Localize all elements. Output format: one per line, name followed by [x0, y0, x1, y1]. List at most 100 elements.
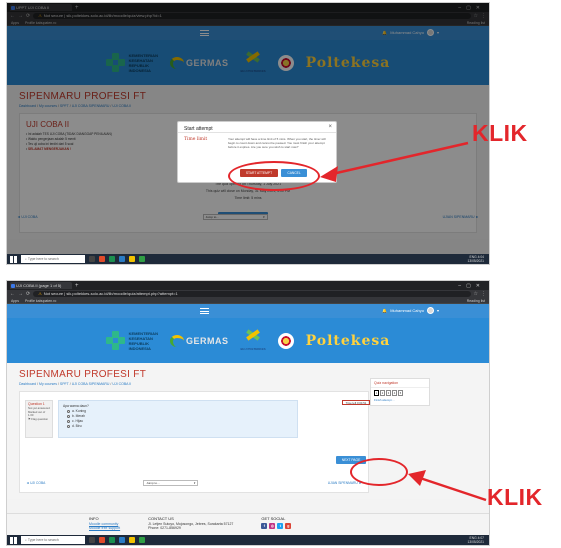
url-text: sik.poltekkes-solo.ac.id/lib/moodle/quiz…: [66, 291, 178, 296]
edge-icon[interactable]: [119, 537, 125, 543]
screenshot-start-attempt: UPPT UJI COBA II + –▢✕ ← → ⟳ ⚠ Not secure…: [6, 2, 490, 265]
highlight-circle-start-attempt: [228, 161, 320, 191]
poltekkes-label: BLU POLTEKKES: [240, 346, 266, 351]
bookmark-profile[interactable]: Profile kabupaten.ro: [25, 298, 56, 303]
clock-date: 13/05/2021: [467, 259, 484, 263]
klik-annotation: KLIK: [487, 484, 543, 510]
browser-tab[interactable]: UJI COBA II (page 1 of 5): [10, 282, 72, 289]
breadcrumb-my-courses[interactable]: My courses: [39, 382, 57, 386]
question-nav-2[interactable]: 2: [380, 390, 385, 396]
reload-icon[interactable]: ⟳: [26, 291, 30, 297]
poltekkes-mark-icon: [244, 331, 262, 347]
new-tab-icon[interactable]: +: [75, 283, 79, 289]
highlight-circle-next-page: [350, 458, 408, 486]
jump-to-select[interactable]: Jump to...: [143, 480, 199, 486]
radio-button[interactable]: [67, 420, 70, 423]
question-nav-5[interactable]: 5: [398, 390, 403, 396]
app-icon[interactable]: [99, 537, 105, 543]
org-line: KEMENTERIAN: [128, 330, 158, 336]
system-tray[interactable]: ENG 4:07 13/05/2021: [467, 536, 489, 544]
folder-icon[interactable]: [129, 537, 135, 543]
flag-question-link[interactable]: ⚑ Flag question: [28, 417, 50, 422]
seal-icon: [277, 332, 294, 349]
excel-icon[interactable]: [139, 537, 145, 543]
question-body: Apa warna daun? a. Kuning b. Merah c. Hi…: [58, 400, 298, 438]
radio-button[interactable]: [67, 425, 70, 428]
radio-button[interactable]: [67, 410, 70, 413]
tab-title: UJI COBA II (page 1 of 5): [16, 283, 62, 288]
chrome-icon[interactable]: [109, 537, 115, 543]
question-info: Question 1 Not yet answered Marked out o…: [25, 400, 53, 438]
excel-icon[interactable]: [139, 256, 145, 262]
bell-icon[interactable]: 🔔: [382, 308, 387, 313]
window-controls[interactable]: –▢✕: [458, 283, 489, 289]
menu-icon[interactable]: ⋮: [481, 291, 486, 297]
windows-start-icon[interactable]: [10, 255, 17, 263]
back-icon[interactable]: ←: [10, 291, 15, 297]
moodle-navbar: 🔔 Muhammad Cahyo ▾: [7, 304, 489, 318]
dialog-message: Your attempt will have a time limit of 5…: [228, 137, 326, 149]
task-view-icon[interactable]: [89, 537, 95, 543]
taskbar-search[interactable]: ⌕ Type here to search: [21, 255, 85, 263]
close-icon[interactable]: ×: [328, 124, 332, 130]
screenshot-quiz-page: UJI COBA II (page 1 of 5) + –▢✕ ← → ⟳ ⚠ N…: [6, 280, 490, 546]
question-nav-3[interactable]: 3: [386, 390, 391, 396]
answer-option[interactable]: d. Biru: [67, 424, 293, 429]
windows-taskbar: ⌕ Type here to search ENG 4:04 13/05/202…: [7, 254, 489, 264]
folder-icon[interactable]: [129, 256, 135, 262]
windows-start-icon[interactable]: [10, 536, 17, 544]
task-view-icon[interactable]: [89, 256, 95, 262]
question-nav-1[interactable]: 1: [374, 390, 379, 396]
next-activity-link[interactable]: UJIAN SIPENMARU ►: [328, 481, 362, 485]
chevron-down-icon[interactable]: ▾: [437, 308, 439, 313]
time-limit-label: Time limit: [184, 137, 208, 142]
facebook-icon[interactable]: f: [261, 523, 268, 529]
hamburger-menu-icon[interactable]: [200, 308, 209, 314]
breadcrumb-uji-coba-ii[interactable]: UJI COBA II: [112, 382, 131, 386]
star-icon[interactable]: ☆: [474, 291, 478, 297]
google-plus-icon[interactable]: g: [285, 523, 292, 529]
user-menu[interactable]: 🔔 Muhammad Cahyo ▾: [382, 307, 439, 314]
browser-tabbar: UJI COBA II (page 1 of 5) + –▢✕: [7, 281, 489, 290]
chrome-icon[interactable]: [109, 256, 115, 262]
question-nav-buttons: 1 2 3 4 5: [371, 388, 429, 398]
forward-icon[interactable]: →: [18, 291, 23, 297]
twitter-icon[interactable]: t: [277, 523, 284, 529]
contact-phone: Phone: 0271-856929: [148, 526, 181, 530]
not-secure-label: Not secure: [43, 291, 64, 296]
activity-pager: ◄ UJI COBA Jump to... UJIAN SIPENMARU ►: [26, 480, 362, 486]
clock-date: 13/05/2021: [467, 540, 484, 544]
poltekkes-logo: BLU POLTEKKES: [240, 331, 265, 351]
moodle-support-link[interactable]: Moodle free support: [89, 526, 120, 530]
quiz-navigation-block: Quiz navigation 1 2 3 4 5 Finish attempt…: [370, 378, 430, 406]
warning-icon: ⚠: [38, 291, 42, 296]
windows-taskbar: ⌕ Type here to search ENG 4:07 13/05/202…: [7, 535, 489, 545]
breadcrumb-uji-coba-sipenmaru[interactable]: UJI COBA SIPENMARU: [72, 382, 110, 386]
browser-urlbar: ← → ⟳ ⚠ Not secure | sik.poltekkes-solo.a…: [7, 290, 489, 298]
klik-annotation: KLIK: [472, 120, 528, 146]
bookmark-apps[interactable]: Apps: [11, 298, 19, 303]
footer-social-title: GET SOCIAL: [261, 516, 286, 521]
kemenkes-mark-icon: [105, 330, 126, 351]
favicon-icon: [11, 283, 15, 288]
breadcrumb-dashboard[interactable]: Dashboard: [19, 382, 36, 386]
prev-activity-link[interactable]: ◄ UJI COBA: [26, 481, 45, 485]
edge-icon[interactable]: [119, 256, 125, 262]
radio-button[interactable]: [67, 415, 70, 418]
footer-social: GET SOCIAL f ◎ t g: [261, 514, 292, 537]
germas-swoosh-icon: [169, 334, 184, 347]
reading-list[interactable]: Reading list: [467, 298, 489, 303]
question-card: Question 1 Not yet answered Marked out o…: [19, 391, 370, 493]
finish-attempt-link[interactable]: Finish attempt ...: [371, 398, 429, 402]
address-bar[interactable]: ⚠ Not secure | sik.poltekkes-solo.ac.id/l…: [33, 291, 471, 297]
breadcrumb-spft[interactable]: SPFT: [60, 382, 69, 386]
app-icon[interactable]: [99, 256, 105, 262]
taskbar-search[interactable]: ⌕ Type here to search: [21, 536, 85, 544]
question-nav-4[interactable]: 4: [392, 390, 397, 396]
avatar[interactable]: [426, 307, 434, 314]
time-left-badge: Time left 0:04:51: [342, 400, 370, 405]
footer-info-title: INFO: [89, 516, 99, 521]
instagram-icon[interactable]: ◎: [269, 523, 276, 529]
poltekesa-wordmark: Poltekesa: [305, 332, 391, 349]
system-tray[interactable]: ENG 4:04 13/05/2021: [467, 255, 489, 263]
